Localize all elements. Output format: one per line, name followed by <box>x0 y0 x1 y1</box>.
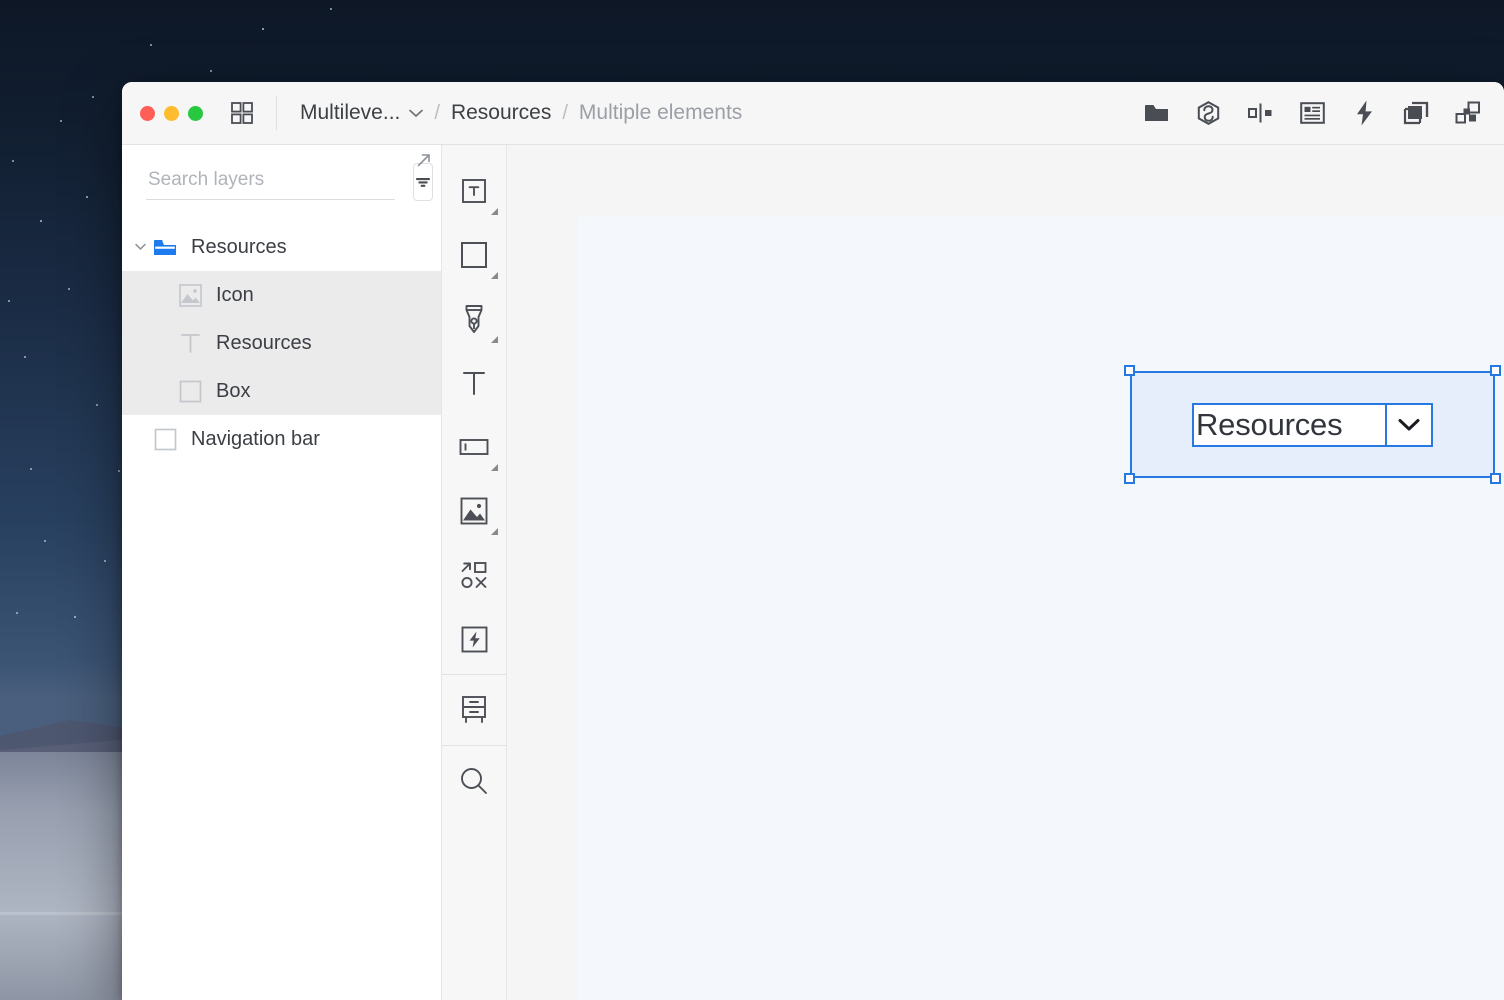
layer-label: Icon <box>216 283 254 306</box>
titlebar-divider <box>276 96 277 130</box>
rect-icon <box>178 379 202 403</box>
app-window: Multileve... / Resources / Multiple elem… <box>122 82 1504 1000</box>
layer-row-navigation-bar[interactable]: Navigation bar <box>122 415 441 463</box>
star <box>118 470 120 472</box>
chevron-down-icon[interactable] <box>131 243 149 251</box>
star <box>44 540 47 543</box>
star <box>60 120 63 123</box>
rect-icon <box>153 427 177 451</box>
layer-label: Box <box>216 379 251 402</box>
image-icon <box>178 283 202 307</box>
pen-tool[interactable] <box>442 287 507 351</box>
breadcrumb-separator-1: / <box>434 101 440 124</box>
star <box>86 196 88 198</box>
resize-handle-bottom-right[interactable] <box>1490 473 1501 484</box>
tool-rail <box>441 145 507 1000</box>
components-icon[interactable] <box>1454 99 1482 127</box>
search-input[interactable] <box>146 164 395 200</box>
star <box>68 288 71 291</box>
chevron-down-icon[interactable] <box>1385 405 1431 445</box>
text-tool[interactable] <box>442 351 507 415</box>
breadcrumb-document[interactable]: Multileve... <box>300 101 400 125</box>
breadcrumb-parent[interactable]: Resources <box>451 101 551 125</box>
image-tool[interactable] <box>442 479 507 543</box>
submenu-indicator[interactable] <box>490 208 498 215</box>
star <box>12 160 15 163</box>
dropdown-element[interactable]: Resources <box>1192 403 1433 447</box>
layers-list: Resources Icon Resources Box Navigation … <box>122 219 441 463</box>
submenu-indicator[interactable] <box>490 528 498 535</box>
folder-icon[interactable] <box>1142 99 1170 127</box>
dropdown-value: Resources <box>1196 407 1343 442</box>
star <box>40 220 42 222</box>
star <box>92 96 95 99</box>
content-icon[interactable] <box>1298 99 1326 127</box>
star <box>74 616 76 618</box>
prototype-tool[interactable] <box>442 607 507 671</box>
breadcrumb: Multileve... / Resources / Multiple elem… <box>300 101 742 125</box>
artboard-tool[interactable] <box>442 159 507 223</box>
layer-label: Navigation bar <box>191 427 320 450</box>
star <box>210 70 213 73</box>
grid-icon[interactable] <box>229 100 255 126</box>
folder-icon <box>153 235 177 259</box>
artboard[interactable] <box>578 217 1504 1000</box>
window-body: Resources Icon <box>122 145 1504 1000</box>
expand-arrow-icon[interactable] <box>416 152 432 168</box>
input-tool[interactable] <box>442 415 507 479</box>
distribute-icon[interactable] <box>1246 99 1274 127</box>
duplicate-icon[interactable] <box>1402 99 1430 127</box>
layer-label: Resources <box>216 331 312 354</box>
star <box>330 8 333 11</box>
breadcrumb-separator-2: / <box>562 101 568 124</box>
rail-separator <box>441 745 507 746</box>
submenu-indicator[interactable] <box>490 464 498 471</box>
star <box>262 28 264 30</box>
filter-icon[interactable] <box>413 163 433 201</box>
rectangle-tool[interactable] <box>442 223 507 287</box>
chevron-down-icon[interactable] <box>409 109 424 118</box>
submenu-indicator[interactable] <box>490 272 498 279</box>
library-tool[interactable] <box>442 678 507 742</box>
layer-row-box[interactable]: Box <box>122 367 441 415</box>
star <box>30 468 33 471</box>
close-button[interactable] <box>140 105 155 121</box>
layer-row-resources-text[interactable]: Resources <box>122 319 441 367</box>
layer-row-resources-folder[interactable]: Resources <box>122 223 441 271</box>
rail-separator <box>441 674 507 675</box>
star <box>96 404 99 407</box>
transform-tool[interactable] <box>442 543 507 607</box>
layer-label: Resources <box>191 235 287 258</box>
breadcrumb-current: Multiple elements <box>578 101 743 124</box>
minimize-button[interactable] <box>164 105 179 121</box>
star <box>8 300 11 303</box>
canvas[interactable]: Resources <box>507 145 1504 1000</box>
layers-sidebar: Resources Icon <box>122 145 442 1000</box>
star <box>16 612 19 615</box>
maximize-button[interactable] <box>188 105 203 121</box>
selection-bounding-box[interactable]: Resources <box>1124 365 1501 484</box>
submenu-indicator[interactable] <box>490 336 498 343</box>
resize-handle-bottom-left[interactable] <box>1124 473 1135 484</box>
search-row <box>122 145 441 219</box>
resize-handle-top-left[interactable] <box>1124 365 1135 376</box>
star <box>104 560 106 562</box>
text-icon <box>178 331 202 355</box>
zoom-tool[interactable] <box>442 749 507 813</box>
star <box>24 356 27 359</box>
symbol-icon[interactable] <box>1194 99 1222 127</box>
star <box>150 44 153 47</box>
layer-row-icon[interactable]: Icon <box>122 271 441 319</box>
window-controls <box>140 105 203 121</box>
resize-handle-top-right[interactable] <box>1490 365 1501 376</box>
top-toolbar <box>1142 99 1482 127</box>
lightning-icon[interactable] <box>1350 99 1378 127</box>
title-bar: Multileve... / Resources / Multiple elem… <box>122 82 1504 145</box>
